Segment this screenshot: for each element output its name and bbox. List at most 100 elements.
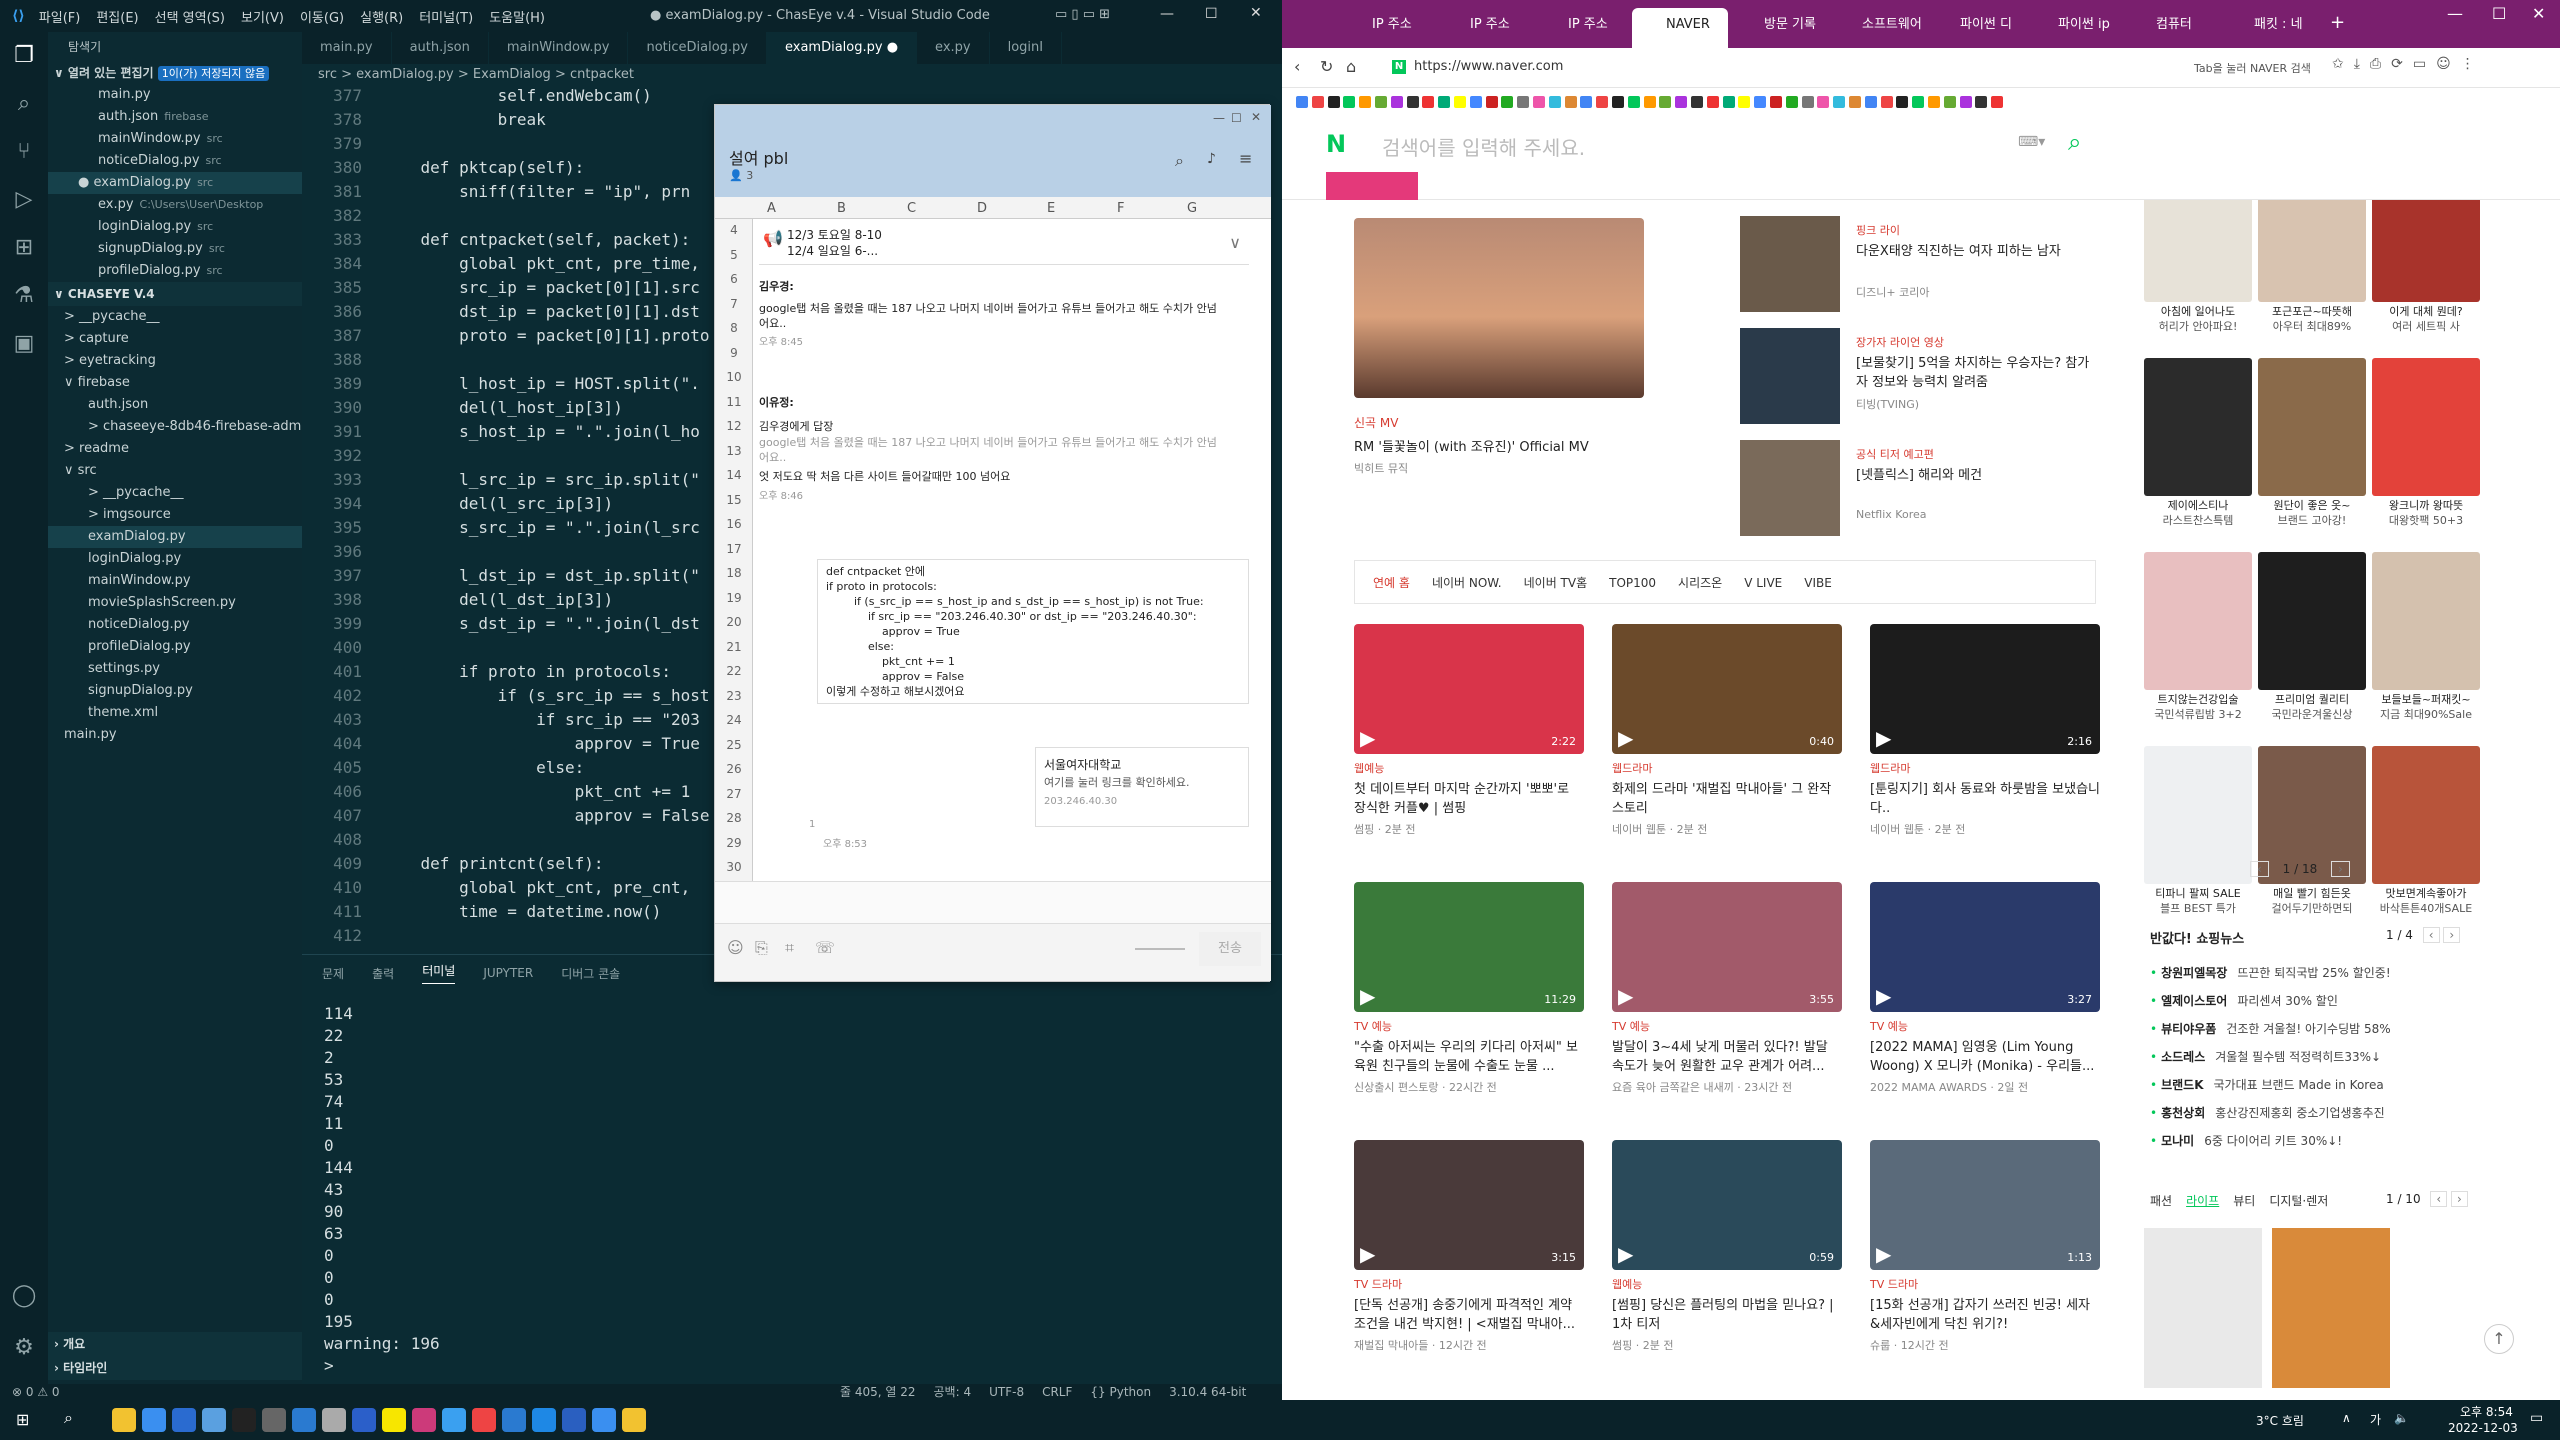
browser-tab[interactable]: IP 주소 [1436,8,1532,48]
code-line[interactable]: s_dst_ip = ".".join(l_dst [382,614,700,633]
bookmark-icon[interactable] [1880,96,1893,108]
remote-icon[interactable]: ▣ [0,320,48,368]
menu-item[interactable]: 도움말(H) [489,11,545,26]
video-title[interactable]: [툰링지기] 회사 동료와 하룻밤을 보냈습니다.. [1870,780,2100,818]
bookmark-icon[interactable] [1375,96,1387,108]
tree-item[interactable]: > __pycache__ [48,306,302,328]
browser-tab[interactable]: IP 주소 [1534,8,1630,48]
open-editor-item[interactable]: ex.py C:\Users\User\Desktop [48,194,302,216]
code-line[interactable]: self.endWebcam() [382,86,652,105]
video-title[interactable]: 발달이 3~4세 낮게 머물러 있다?! 발달 속도가 늦어 원활한 교우 관계… [1612,1038,1842,1076]
editor-tab[interactable]: auth.json [392,32,489,64]
bookmark-icon[interactable] [1643,96,1656,108]
home-icon[interactable]: ⌂ [1346,57,1356,76]
bookmark-icon[interactable] [1706,96,1719,108]
tree-item[interactable]: signupDialog.py [48,680,302,702]
taskbar-app-icon[interactable] [592,1408,616,1432]
taskbar-app-icon[interactable] [382,1408,406,1432]
bookmark-icon[interactable] [1928,96,1940,108]
video-thumb[interactable]: ▶ 3:15 [1354,1140,1584,1270]
code-line[interactable]: approv = True [382,734,700,753]
clock-time[interactable]: 오후 8:54 [2460,1403,2513,1420]
status-item[interactable]: UTF-8 [989,1385,1024,1399]
panel-tab[interactable]: 터미널 [422,962,456,984]
taskbar-app-icon[interactable] [472,1408,496,1432]
bookmark-icon[interactable] [1501,96,1514,108]
menu-item[interactable]: 보기(V) [241,11,284,26]
tree-item[interactable]: > imgsource [48,504,302,526]
shop-news-prev-button[interactable]: ‹ [2422,927,2440,943]
video-card[interactable]: ▶ 3:15 TV 드라마 [단독 선공개] 송중기에게 파격적인 계약 조건을 내건… [1354,1140,1584,1353]
terminal-output[interactable]: 114 22 2 53 74 11 0 144 43 90 63 0 0 0 195 warning: 196… [324,1003,440,1377]
bookmark-icon[interactable] [1959,96,1972,108]
menu-item[interactable]: 실행(R) [360,11,403,26]
bookmark-icon[interactable] [1406,96,1419,108]
video-thumb[interactable]: ▶ 3:27 [1870,882,2100,1012]
message-1[interactable]: google탭 처음 올렸을 때는 187 나오고 나머지 네이버 들어가고 유… [759,301,1219,331]
taskbar-app-icon[interactable] [202,1408,226,1432]
tree-item[interactable]: noticeDialog.py [48,614,302,636]
taskbar-app-icon[interactable] [172,1408,196,1432]
editor-tab[interactable]: examDialog.py ● [766,32,918,64]
notification-icon[interactable]: ▭ [2530,1410,2543,1426]
tree-item[interactable]: movieSplashScreen.py [48,592,302,614]
tree-item[interactable]: > chaseeye-8db46-firebase-adminsd... [48,416,302,438]
browser-tab[interactable]: 패킷 : 네 [2220,8,2316,48]
product-card[interactable]: 이게 대체 뭔데? 여러 세트픽 사 [2372,200,2480,334]
video-title[interactable]: [썸핑] 당신은 플러팅의 마법을 믿나요? | 1차 티저 [1612,1296,1842,1334]
search-button-icon[interactable]: ⌕ [2068,128,2081,156]
entertainment-tab[interactable]: VIBE [1804,561,1832,605]
chat-search-icon[interactable]: ⌕ [1175,151,1184,171]
code-message-bubble[interactable]: def cntpacket 안에 if proto in protocols: i… [817,559,1249,704]
capture-icon[interactable]: ⌗ [785,938,794,958]
entertainment-tab[interactable]: V LIVE [1744,561,1782,605]
entertainment-tab[interactable]: 연예 홈 [1373,561,1410,605]
bookmark-icon[interactable] [1691,96,1703,108]
notice-banner[interactable]: 📢 12/3 토요일 8-10 12/4 일요일 6-... ∨ [759,221,1249,265]
shopping-category-tab[interactable]: 패션 [2150,1194,2172,1208]
status-item[interactable]: 줄 405, 열 22 [840,1385,916,1399]
browser-maximize-button[interactable]: ☐ [2492,4,2506,23]
side-news-thumb[interactable] [1740,216,1840,312]
close-button[interactable]: ✕ [1250,5,1262,21]
status-item[interactable]: {} Python [1090,1385,1151,1399]
product-card[interactable]: 티파니 팔찌 SALE 블프 BEST 특가 [2144,746,2252,916]
taskbar-app-icon[interactable] [112,1408,136,1432]
product-image[interactable] [2258,200,2366,302]
product-card[interactable]: 프리미엄 퀄리티 국민라운겨울신상 [2258,552,2366,722]
message-input[interactable] [715,881,1271,923]
back-icon[interactable]: ‹ [1294,57,1300,76]
bottom-product-chair[interactable] [2144,1228,2262,1388]
naver-logo[interactable]: N [1326,130,1346,158]
panel-tab[interactable]: JUPYTER [483,966,533,980]
chat-call-icon[interactable]: ♪ [1207,151,1216,167]
bookmark-icon[interactable] [1422,96,1435,108]
chat-minimize-button[interactable]: — [1213,111,1225,125]
shop-news-item[interactable]: • 홍천상회 홍산강진제홍회 중소기업생홍추진 [2150,1104,2385,1121]
message-2[interactable]: 엇 저도요 딱 처음 다른 사이트 들어갈때만 100 넘어요 [759,469,1010,484]
open-editor-item[interactable]: signupDialog.py src [48,238,302,260]
browser-tab[interactable]: 방문 기록 [1730,8,1826,48]
product-image[interactable] [2372,200,2480,302]
testing-icon[interactable]: ⚗ [0,272,48,320]
tree-item[interactable]: > eyetracking [48,350,302,372]
video-thumb[interactable]: ▶ 1:13 [1870,1140,2100,1270]
video-card[interactable]: ▶ 2:16 웹드라마 [툰링지기] 회사 동료와 하룻밤을 보냈습니다.. 네이버 웹… [1870,624,2100,837]
source-control-icon[interactable]: ⑂ [0,128,48,176]
video-card[interactable]: ▶ 11:29 TV 예능 "수출 아저씨는 우리의 키다리 아저씨" 보육원 친구들… [1354,882,1584,1095]
chat-menu-icon[interactable]: ≡ [1239,149,1252,168]
bookmark-icon[interactable] [1864,96,1877,108]
taskbar-app-icon[interactable] [262,1408,286,1432]
bottom-prev-button[interactable]: ‹ [2430,1191,2448,1207]
bookmark-icon[interactable] [1564,96,1577,108]
tree-item[interactable]: ∨ src [48,460,302,482]
bookmark-icon[interactable] [1469,96,1482,108]
bookmark-icon[interactable] [1580,96,1593,108]
entertainment-tab[interactable]: 네이버 TV홈 [1524,561,1588,605]
taskbar-app-icon[interactable] [352,1408,376,1432]
bookmark-icon[interactable] [1533,96,1545,108]
menu-item[interactable]: 이동(G) [300,11,344,26]
bottom-next-button[interactable]: › [2451,1191,2468,1207]
bookmark-icon[interactable] [1548,96,1561,108]
video-thumb[interactable]: ▶ 0:59 [1612,1140,1842,1270]
